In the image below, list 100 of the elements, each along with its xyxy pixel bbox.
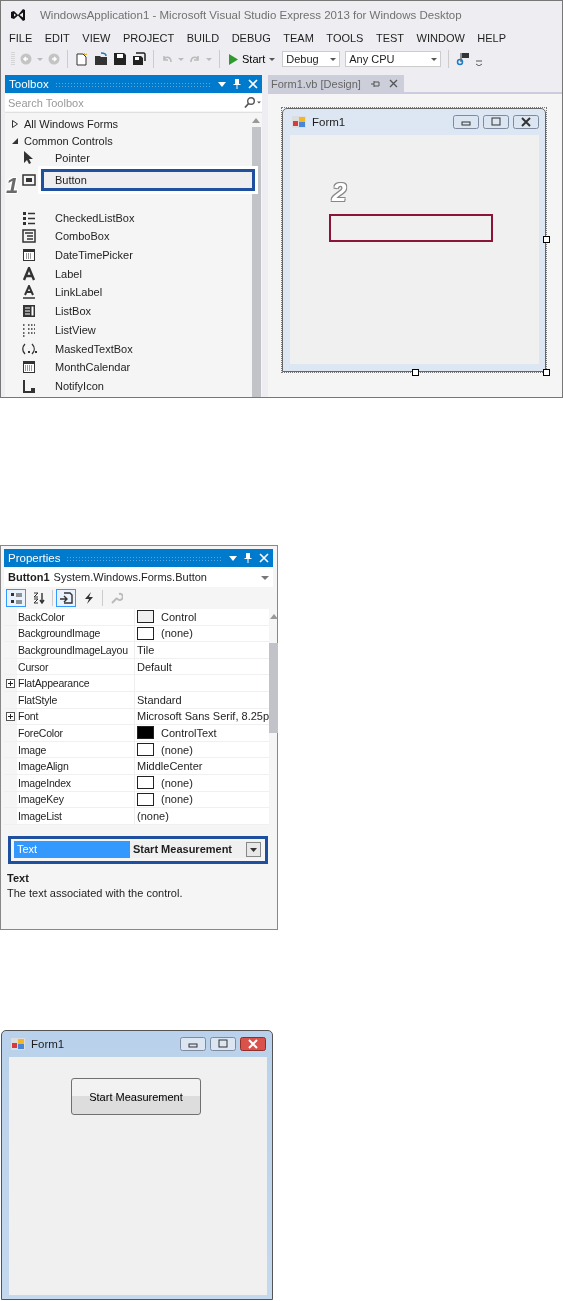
resize-handle[interactable] <box>543 369 550 376</box>
property-name: Image <box>17 741 135 758</box>
description-text: The text associated with the control. <box>7 887 184 899</box>
menu-item[interactable]: BUILD <box>186 31 220 44</box>
property-row[interactable]: ImageList (none) <box>4 808 270 825</box>
checklist-icon <box>22 210 38 225</box>
wrench-icon <box>109 591 123 605</box>
combo-box-icon <box>22 229 38 244</box>
panel-title: Toolbox <box>9 78 49 90</box>
form-icon <box>292 116 306 128</box>
toolbox-item[interactable]: MonthCalendar <box>55 361 131 374</box>
dotted-list-icon <box>22 322 38 337</box>
property-value: (none) <box>161 776 193 789</box>
menu-item[interactable]: FILE <box>9 31 33 44</box>
expand-icon[interactable] <box>6 711 15 721</box>
menu-item[interactable]: VIEW <box>82 31 111 44</box>
panel-title: Properties <box>8 552 61 564</box>
dropdown-button[interactable] <box>246 841 261 857</box>
close-button[interactable] <box>513 115 539 129</box>
toolbox-item[interactable]: MaskedTextBox <box>55 342 133 355</box>
save-icon[interactable] <box>113 52 127 66</box>
close-icon[interactable] <box>248 79 258 89</box>
collapsed-arrow-icon[interactable] <box>12 119 18 128</box>
menu-item[interactable]: TEAM <box>283 31 314 44</box>
property-row[interactable]: ImageAlign MiddleCenter <box>4 758 270 775</box>
toolbox-group[interactable]: All Windows Forms <box>5 115 250 132</box>
search-field[interactable]: Search Toolbox <box>5 94 244 111</box>
start-measurement-button[interactable]: Start Measurement <box>71 1078 201 1115</box>
scroll-thumb[interactable] <box>269 643 279 733</box>
form-icon <box>11 1038 25 1050</box>
dropdown[interactable]: Any CPU <box>345 51 442 67</box>
property-name: BackColor <box>17 609 135 625</box>
toolbox-item[interactable]: ComboBox <box>55 230 110 243</box>
toolbox-item[interactable]: ListView <box>55 323 96 336</box>
property-name: BackgroundImageLayou <box>17 642 135 658</box>
property-row[interactable]: BackgroundImageLayou Tile <box>4 642 270 659</box>
save-all-icon[interactable] <box>132 52 146 66</box>
form-title: Form1 <box>312 116 347 128</box>
property-name: ImageList <box>17 808 135 824</box>
minimize-button[interactable] <box>453 115 479 129</box>
toolbar-button[interactable] <box>56 589 76 607</box>
menu-item[interactable]: TOOLS <box>326 31 364 44</box>
menu-item[interactable]: TEST <box>375 31 405 44</box>
scroll-up-icon[interactable] <box>252 117 260 123</box>
underlined-letter-icon <box>22 285 38 300</box>
property-value: Control <box>161 610 197 623</box>
close-icon[interactable] <box>259 553 269 563</box>
property-name: ImageKey <box>17 791 135 808</box>
property-value: Standard <box>137 693 182 706</box>
toolbox-item[interactable]: Pointer <box>55 152 90 165</box>
pin-icon[interactable] <box>232 78 242 90</box>
menu-item[interactable]: HELP <box>477 31 507 44</box>
property-name: ImageAlign <box>17 758 135 774</box>
property-value: Microsoft Sans Serif, 8.25p <box>137 710 270 723</box>
property-row[interactable]: BackColor Control <box>4 609 270 626</box>
property-row[interactable]: Text Start Measurement <box>14 840 261 858</box>
toolbox-item[interactable]: LinkLabel <box>55 286 103 299</box>
scroll-thumb[interactable] <box>251 127 261 397</box>
expand-icon[interactable] <box>6 678 15 688</box>
open-folder-icon[interactable] <box>94 52 108 66</box>
callout-number: 2 <box>332 179 347 205</box>
toolbar-button[interactable] <box>6 589 26 607</box>
toolbox-item[interactable]: CheckedListBox <box>55 211 135 224</box>
resize-handle[interactable] <box>543 236 550 243</box>
toolbox-group[interactable]: Common Controls <box>5 132 250 149</box>
start-button[interactable]: Start <box>227 53 278 65</box>
window-title: WindowsApplication1 - Microsoft Visual Studio Express 2013 for Windows Desktop <box>40 9 462 21</box>
object-type: System.Windows.Forms.Button <box>53 571 208 583</box>
tray-icon <box>22 378 38 393</box>
dropdown[interactable]: Debug <box>282 51 341 67</box>
document-tab[interactable]: Form1.vb [Design] <box>268 75 404 92</box>
close-button[interactable] <box>240 1037 266 1051</box>
logo-icon <box>10 7 26 23</box>
property-value: ControlText <box>161 726 217 739</box>
property-row[interactable]: ForeColor ControlText <box>4 725 270 742</box>
property-name: ImageIndex <box>17 774 135 791</box>
property-name: BackgroundImage <box>17 625 135 642</box>
resize-handle[interactable] <box>412 369 419 376</box>
scroll-up-icon[interactable] <box>269 613 278 619</box>
pin-icon[interactable] <box>243 552 253 564</box>
callout-number: 1 <box>6 175 19 197</box>
toolbox-item[interactable]: DateTimePicker <box>55 249 133 262</box>
minimize-button[interactable] <box>180 1037 206 1051</box>
menu-item[interactable]: DEBUG <box>231 31 271 44</box>
new-file-icon[interactable] <box>75 52 89 66</box>
toolbox-item[interactable]: ListBox <box>55 305 92 318</box>
search-icon[interactable] <box>244 94 262 111</box>
magnifier-flag-icon[interactable] <box>456 52 471 66</box>
toolbox-item[interactable]: Label <box>55 267 82 280</box>
toolbox-item[interactable]: Button <box>41 169 255 192</box>
menu-item[interactable]: PROJECT <box>122 31 175 44</box>
property-value: (none) <box>161 627 193 640</box>
masked-field-icon <box>22 341 38 356</box>
menu-item[interactable]: EDIT <box>44 31 70 44</box>
calendar-icon <box>22 360 38 375</box>
property-row[interactable]: FlatAppearance <box>4 675 270 692</box>
description-title: Text <box>7 872 30 884</box>
expanded-arrow-icon[interactable] <box>12 136 18 145</box>
menu-item[interactable]: WINDOW <box>416 31 465 44</box>
toolbox-item[interactable]: NotifyIcon <box>55 379 104 392</box>
